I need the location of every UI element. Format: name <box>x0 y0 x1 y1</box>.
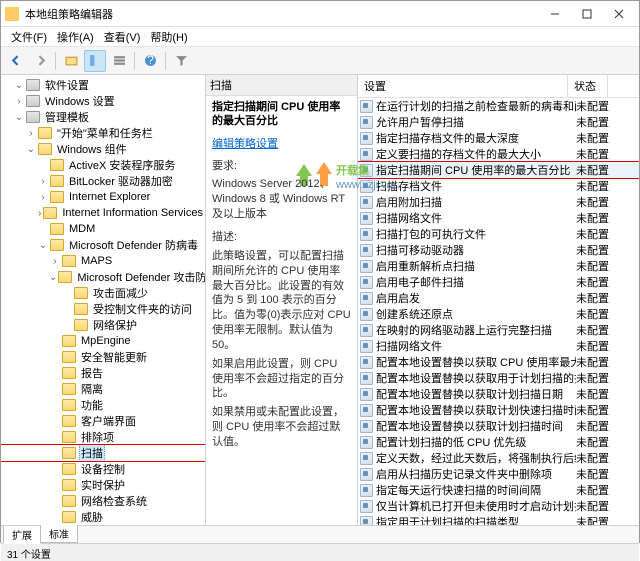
list-item[interactable]: 扫描打包的可执行文件未配置 <box>358 226 639 242</box>
settings-list[interactable]: 设置 状态 在运行计划的扫描之前检查最新的病毒和间谍软件安全情报未配置允许用户暂… <box>358 75 639 525</box>
info-title: 指定扫描期间 CPU 使用率的最大百分比 <box>212 100 351 129</box>
col-status[interactable]: 状态 <box>568 75 608 97</box>
menu-help[interactable]: 帮助(H) <box>146 29 191 45</box>
list-item[interactable]: 定义要扫描的存档文件的最大大小未配置 <box>358 146 639 162</box>
tree-node[interactable]: ›Internet Explorer <box>1 189 205 205</box>
tree-node[interactable]: 安全智能更新 <box>1 349 205 365</box>
req-label: 要求: <box>212 159 351 174</box>
tree-node[interactable]: 排除项 <box>1 429 205 445</box>
tab-standard[interactable]: 标准 <box>40 525 78 543</box>
tree-node[interactable]: ⌄软件设置 <box>1 77 205 93</box>
show-tree-button[interactable] <box>84 50 106 72</box>
list-item[interactable]: 指定用于计划扫描的扫描类型未配置 <box>358 514 639 525</box>
list-item[interactable]: 启用启发未配置 <box>358 290 639 306</box>
tree-node[interactable]: ›MAPS <box>1 253 205 269</box>
list-item[interactable]: 启用电子邮件扫描未配置 <box>358 274 639 290</box>
tree-node[interactable]: ⌄Windows 组件 <box>1 141 205 157</box>
list-item[interactable]: 在运行计划的扫描之前检查最新的病毒和间谍软件安全情报未配置 <box>358 98 639 114</box>
list-item[interactable]: 扫描网络文件未配置 <box>358 210 639 226</box>
tree-node[interactable]: ›BitLocker 驱动器加密 <box>1 173 205 189</box>
list-item[interactable]: 启用附加扫描未配置 <box>358 194 639 210</box>
svg-text:?: ? <box>147 54 154 67</box>
req-text: Windows Server 2012、Windows 8 或 Windows … <box>212 177 351 222</box>
tree-node[interactable]: 设备控制 <box>1 461 205 477</box>
tree-node[interactable]: 实时保护 <box>1 477 205 493</box>
list-item[interactable]: 启用从扫描历史记录文件夹中删除项未配置 <box>358 466 639 482</box>
tree-node[interactable]: ⌄Microsoft Defender 防病毒 <box>1 237 205 253</box>
details-button[interactable] <box>108 50 130 72</box>
list-item[interactable]: 仅当计算机已打开但未使用时才启动计划扫描未配置 <box>358 498 639 514</box>
filter-button[interactable] <box>170 50 192 72</box>
tree-node[interactable]: 扫描 <box>1 445 205 461</box>
list-item[interactable]: 创建系统还原点未配置 <box>358 306 639 322</box>
tree-node[interactable]: ⌄管理模板 <box>1 109 205 125</box>
list-item[interactable]: 配置本地设置替换以获取计划扫描日期未配置 <box>358 386 639 402</box>
tree-node[interactable]: 功能 <box>1 397 205 413</box>
close-button[interactable] <box>603 3 635 25</box>
edit-policy-link[interactable]: 编辑策略设置 <box>212 138 278 150</box>
tree-node[interactable]: ›Internet Information Services <box>1 205 205 221</box>
forward-button[interactable] <box>29 50 51 72</box>
list-item[interactable]: 允许用户暂停扫描未配置 <box>358 114 639 130</box>
tree-node[interactable]: 报告 <box>1 365 205 381</box>
desc-p3: 如果禁用或未配置此设置，则 CPU 使用率不会超过默认值。 <box>212 405 351 450</box>
toolbar: ? <box>1 47 639 75</box>
tree-node[interactable]: 受控制文件夹的访问 <box>1 301 205 317</box>
up-button[interactable] <box>60 50 82 72</box>
list-item[interactable]: 配置本地设置替换以获取计划快速扫描时间未配置 <box>358 402 639 418</box>
minimize-button[interactable] <box>539 3 571 25</box>
help-button[interactable]: ? <box>139 50 161 72</box>
list-item[interactable]: 扫描存档文件未配置 <box>358 178 639 194</box>
list-item[interactable]: 指定每天运行快速扫描的时间间隔未配置 <box>358 482 639 498</box>
list-item[interactable]: 指定扫描期间 CPU 使用率的最大百分比未配置 <box>358 162 639 178</box>
maximize-button[interactable] <box>571 3 603 25</box>
nav-tree[interactable]: ⌄软件设置›Windows 设置⌄管理模板›"开始"菜单和任务栏⌄Windows… <box>1 75 206 525</box>
tree-node[interactable]: ›"开始"菜单和任务栏 <box>1 125 205 141</box>
list-item[interactable]: 扫描网络文件未配置 <box>358 338 639 354</box>
tree-node[interactable]: ActiveX 安装程序服务 <box>1 157 205 173</box>
view-tabs[interactable]: 扩展 标准 <box>1 525 639 543</box>
window-title: 本地组策略编辑器 <box>25 6 539 22</box>
tree-node[interactable]: 网络保护 <box>1 317 205 333</box>
tree-node[interactable]: 客户端界面 <box>1 413 205 429</box>
menu-action[interactable]: 操作(A) <box>53 29 98 45</box>
app-icon <box>5 7 19 21</box>
col-setting[interactable]: 设置 <box>358 75 568 97</box>
desc-label: 描述: <box>212 230 351 245</box>
desc-p2: 如果启用此设置，则 CPU 使用率不会超过指定的百分比。 <box>212 357 351 402</box>
tree-node[interactable]: MpEngine <box>1 333 205 349</box>
back-button[interactable] <box>5 50 27 72</box>
info-panel: 扫描 指定扫描期间 CPU 使用率的最大百分比 编辑策略设置 要求: Windo… <box>206 75 358 525</box>
menu-view[interactable]: 查看(V) <box>100 29 145 45</box>
status-bar: 31 个设置 <box>1 543 639 561</box>
list-item[interactable]: 配置本地设置替换以获取计划扫描时间未配置 <box>358 418 639 434</box>
tab-extended[interactable]: 扩展 <box>3 526 41 544</box>
list-item[interactable]: 配置计划扫描的低 CPU 优先级未配置 <box>358 434 639 450</box>
menu-file[interactable]: 文件(F) <box>7 29 51 45</box>
tree-node[interactable]: ⌄Microsoft Defender 攻击防护 <box>1 269 205 285</box>
tree-node[interactable]: 威胁 <box>1 509 205 525</box>
info-header: 扫描 <box>206 75 357 96</box>
list-item[interactable]: 扫描可移动驱动器未配置 <box>358 242 639 258</box>
menubar[interactable]: 文件(F) 操作(A) 查看(V) 帮助(H) <box>1 27 639 47</box>
list-item[interactable]: 启用重新解析点扫描未配置 <box>358 258 639 274</box>
list-item[interactable]: 指定扫描存档文件的最大深度未配置 <box>358 130 639 146</box>
tree-node[interactable]: ›Windows 设置 <box>1 93 205 109</box>
list-item[interactable]: 配置本地设置替换以获取 CPU 使用率最大百分比未配置 <box>358 354 639 370</box>
list-item[interactable]: 定义天数，经过此天数后，将强制执行后续扫描未配置 <box>358 450 639 466</box>
tree-node[interactable]: 隔离 <box>1 381 205 397</box>
list-item[interactable]: 在映射的网络驱动器上运行完整扫描未配置 <box>358 322 639 338</box>
tree-node[interactable]: 攻击面减少 <box>1 285 205 301</box>
desc-p1: 此策略设置，可以配置扫描期间所允许的 CPU 使用率最大百分比。此设置的有效值为… <box>212 249 351 353</box>
list-item[interactable]: 配置本地设置替换以获取用于计划扫描的扫描类型未配置 <box>358 370 639 386</box>
tree-node[interactable]: 网络检查系统 <box>1 493 205 509</box>
tree-node[interactable]: MDM <box>1 221 205 237</box>
